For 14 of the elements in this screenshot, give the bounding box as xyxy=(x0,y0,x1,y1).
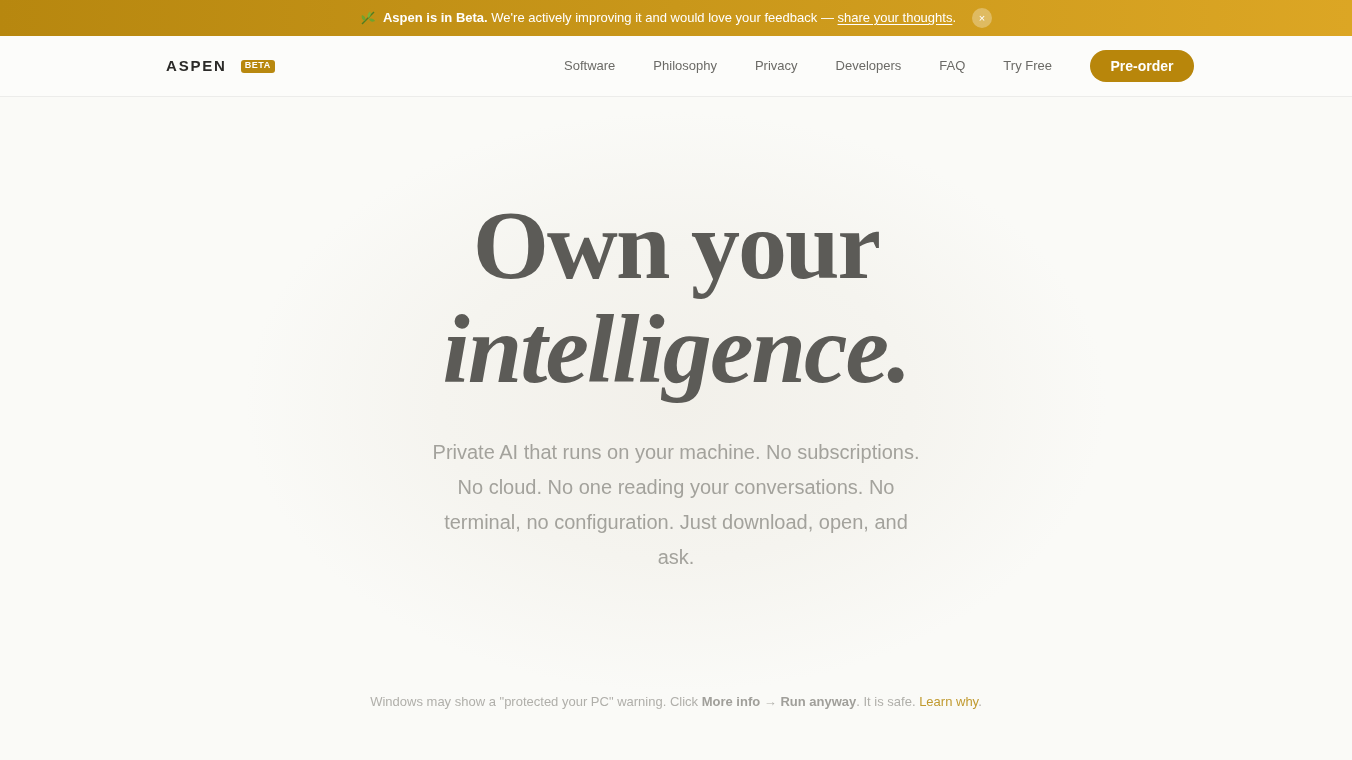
beta-badge: BETA xyxy=(240,59,275,73)
aspen-logo[interactable]: ASPEN xyxy=(166,54,227,78)
nav-link[interactable]: Privacy xyxy=(754,56,798,76)
nav-link[interactable]: FAQ xyxy=(939,56,966,76)
nav-link[interactable]: Try Free xyxy=(1003,56,1052,76)
nav-link[interactable]: Philosophy xyxy=(653,56,717,76)
nav-link[interactable]: Software xyxy=(564,56,616,76)
hero-headline: Own your xyxy=(472,193,880,297)
banner-message: Aspen is in Beta. We're actively improving it and would love your feedback — share your thoughts. xyxy=(382,9,957,27)
nav-link[interactable]: Developers xyxy=(835,56,902,76)
leaf-icon xyxy=(359,10,376,26)
windows-warning-note: Windows may show a "protected your PC" warning. Click More info → Run anyway. It is safe. Learn why. xyxy=(370,693,982,711)
hero-subtitle: Private AI that runs on your machine. No subscriptions. No cloud. No one reading your conversations. No terminal, no configuration. Just download, open, and ask. xyxy=(431,440,921,570)
pre-order-button[interactable]: Pre-order xyxy=(1090,50,1194,82)
